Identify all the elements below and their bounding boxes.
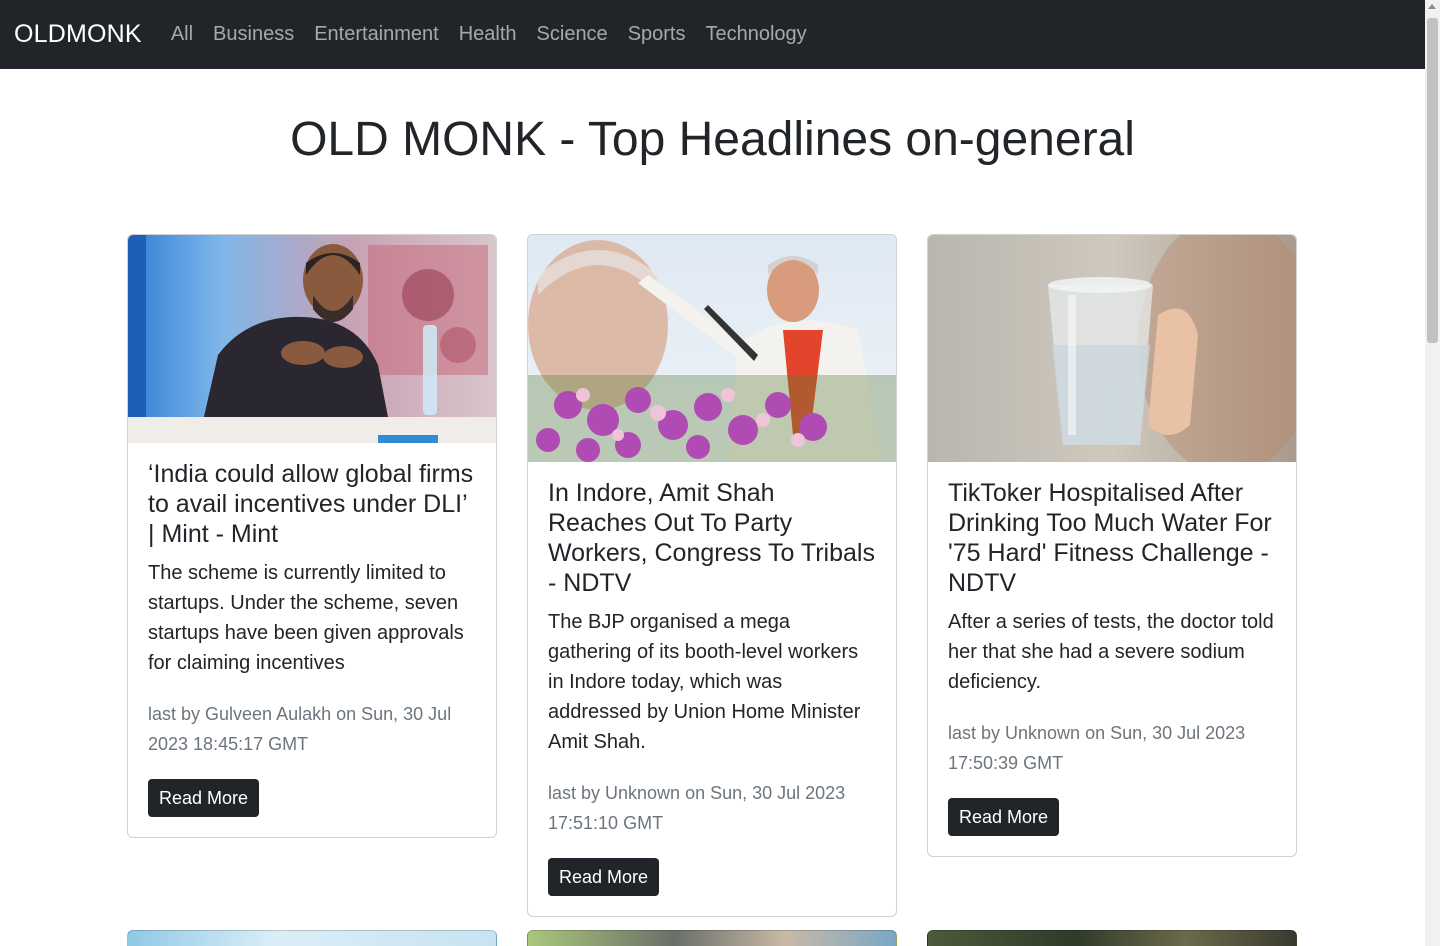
news-image-rally (528, 235, 896, 462)
news-title: TikToker Hospitalised After Drinking Too… (948, 479, 1272, 597)
nav-link-science[interactable]: Science (537, 23, 608, 46)
news-title: ‘India could allow global firms to avail… (148, 460, 474, 548)
news-description: The BJP organised a mega gathering of it… (548, 611, 861, 753)
news-image-speaker (128, 235, 496, 443)
nav-link-sports[interactable]: Sports (628, 23, 686, 46)
read-more-button[interactable]: Read More (948, 798, 1060, 836)
nav-link-all[interactable]: All (171, 23, 193, 46)
news-meta: last by Gulveen Aulakh on Sun, 30 Jul 20… (148, 704, 452, 754)
nav-link-entertainment[interactable]: Entertainment (314, 23, 439, 46)
news-meta: last by Unknown on Sun, 30 Jul 2023 17:5… (548, 783, 846, 833)
nav-link-business[interactable]: Business (213, 23, 294, 46)
news-card-partial (127, 930, 497, 946)
scrollbar-thumb[interactable] (1427, 18, 1438, 343)
page-title: OLD MONK - Top Headlines on-general (290, 113, 1135, 166)
news-image (928, 235, 1296, 462)
navbar: OLDMONK All Business Entertainment Healt… (0, 0, 1425, 69)
news-card-partial (527, 930, 897, 946)
news-image (528, 235, 896, 462)
nav-link-health[interactable]: Health (459, 23, 517, 46)
news-description: The scheme is currently limited to start… (148, 562, 464, 674)
news-image-water-glass (928, 235, 1296, 462)
news-card-partial (927, 930, 1297, 946)
news-description: After a series of tests, the doctor told… (948, 611, 1274, 693)
news-meta: last by Unknown on Sun, 30 Jul 2023 17:5… (948, 723, 1246, 773)
news-title: In Indore, Amit Shah Reaches Out To Part… (548, 479, 875, 597)
news-card: TikToker Hospitalised After Drinking Too… (927, 234, 1297, 857)
brand-logo[interactable]: OLDMONK (14, 20, 142, 49)
news-card: ‘India could allow global firms to avail… (127, 234, 497, 838)
vertical-scrollbar[interactable] (1425, 0, 1440, 946)
scroll-up-arrow-icon[interactable] (1428, 4, 1436, 9)
nav-link-technology[interactable]: Technology (706, 23, 807, 46)
read-more-button[interactable]: Read More (548, 858, 660, 896)
read-more-button[interactable]: Read More (148, 779, 260, 817)
news-image (128, 235, 496, 443)
news-card: In Indore, Amit Shah Reaches Out To Part… (527, 234, 897, 917)
